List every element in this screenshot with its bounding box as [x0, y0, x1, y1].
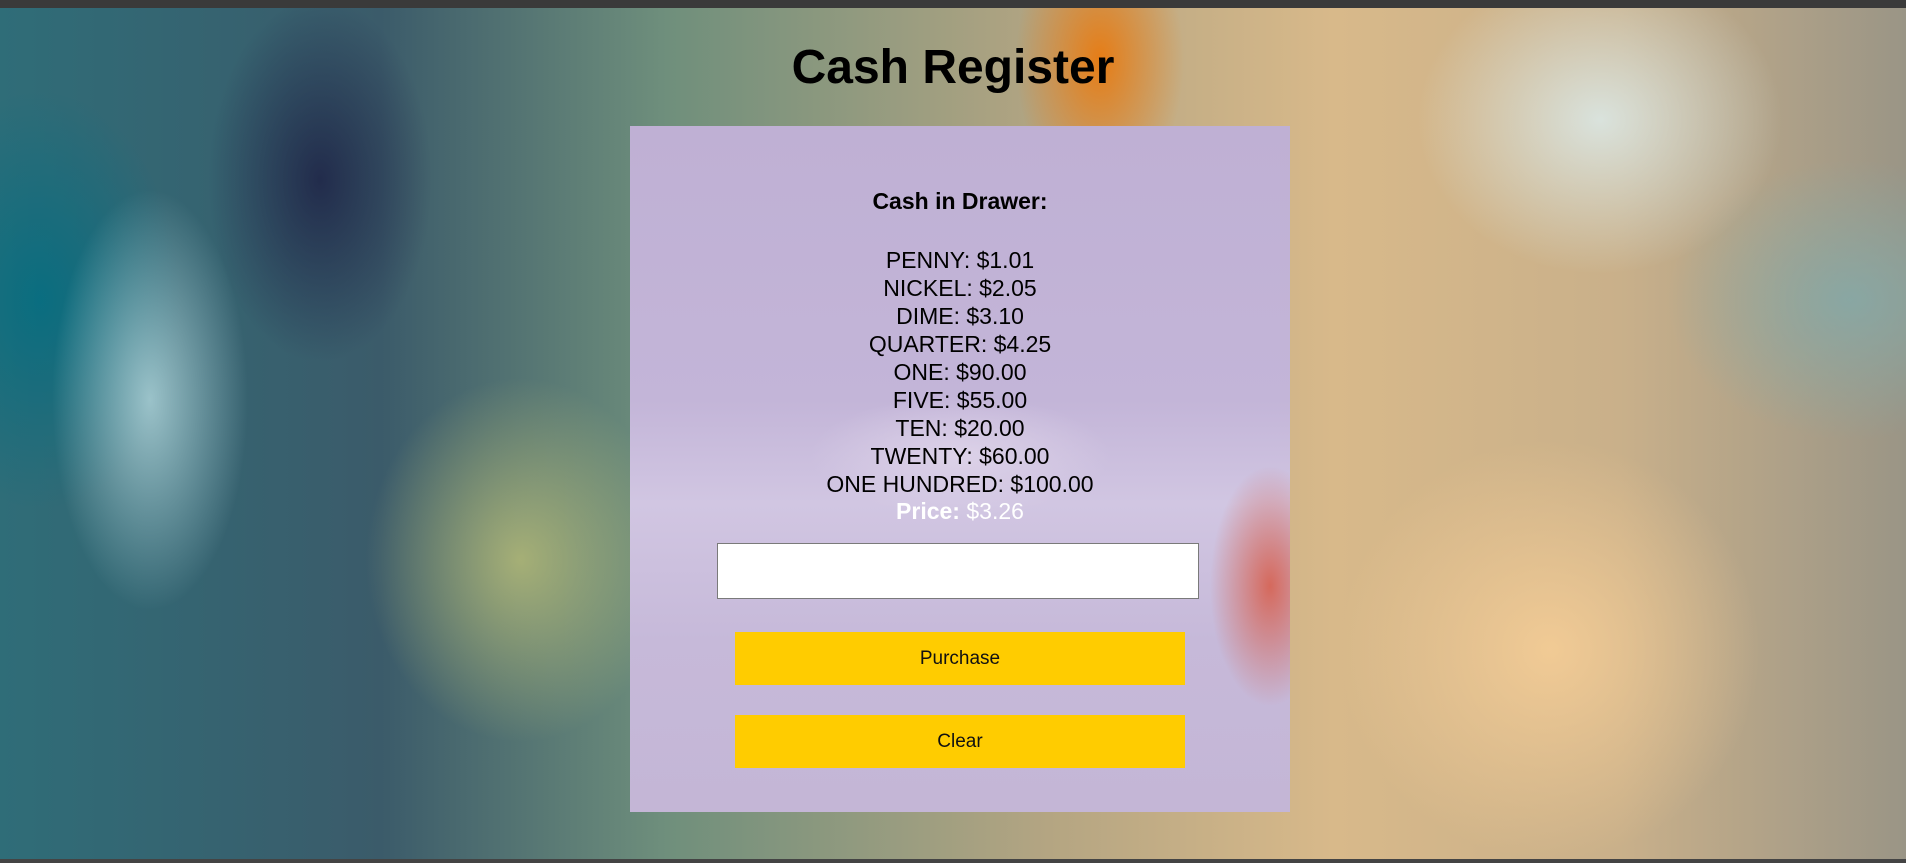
- drawer-item-dime: DIME: $3.10: [896, 303, 1024, 329]
- drawer-item-quarter: QUARTER: $4.25: [868, 331, 1052, 357]
- cash-input[interactable]: [717, 543, 1199, 599]
- cash-in-drawer-list: PENNY: $1.01 NICKEL: $2.05 DIME: $3.10 Q…: [630, 246, 1290, 498]
- drawer-item-nickel: NICKEL: $2.05: [883, 275, 1037, 301]
- page-title: Cash Register: [791, 41, 1115, 94]
- drawer-item-one-hundred: ONE HUNDRED: $100.00: [826, 471, 1094, 497]
- browser-bottom-bar: [0, 859, 1906, 863]
- purchase-button[interactable]: Purchase: [735, 632, 1185, 685]
- clear-button[interactable]: Clear: [735, 715, 1185, 768]
- browser-top-bar: [0, 0, 1906, 8]
- drawer-item-penny: PENNY: $1.01: [885, 247, 1035, 273]
- cash-register-panel: Cash in Drawer: PENNY: $1.01 NICKEL: $2.…: [630, 126, 1290, 812]
- price-value: $3.26: [966, 498, 1024, 524]
- drawer-item-ten: TEN: $20.00: [895, 415, 1025, 441]
- drawer-item-one: ONE: $90.00: [893, 359, 1027, 385]
- cash-in-drawer-heading: Cash in Drawer:: [872, 188, 1048, 214]
- price-display: Price: $3.26: [630, 498, 1290, 525]
- drawer-item-five: FIVE: $55.00: [892, 387, 1028, 413]
- drawer-item-twenty: TWENTY: $60.00: [870, 443, 1050, 469]
- price-label: Price:: [896, 498, 960, 524]
